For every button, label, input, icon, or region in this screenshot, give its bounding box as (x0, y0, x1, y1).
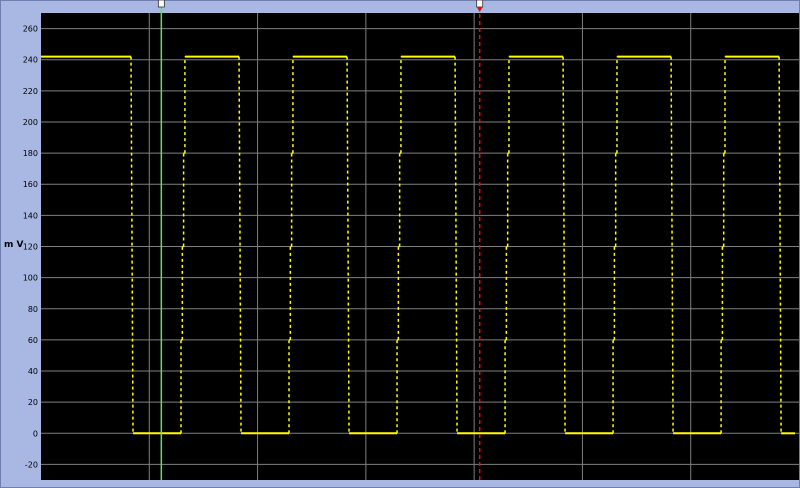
y-tick-label: 180 (23, 149, 38, 158)
cursor-1-handle (157, 0, 165, 8)
y-tick-label: 20 (28, 398, 38, 407)
y-tick-label: 80 (28, 305, 38, 314)
y-tick-label: 240 (23, 56, 38, 65)
cursor-2-arrow (476, 7, 483, 12)
y-axis-label: m V (4, 240, 24, 250)
y-tick-label: 40 (28, 367, 38, 376)
y-tick-label: 200 (23, 118, 38, 127)
y-tick-label: 160 (23, 180, 38, 189)
oscilloscope-chart: -20 0 20 40 60 80 100 120 140 160 180 200 220 240 260 (23, 0, 799, 480)
y-tick-label: 140 (23, 211, 38, 220)
y-tick-label: 60 (28, 336, 38, 345)
cursor-2-handle (476, 0, 484, 8)
y-tick-label: -20 (25, 460, 38, 469)
y-tick-label: 260 (23, 25, 38, 34)
y-tick-label: 100 (23, 274, 38, 283)
y-tick-label: 220 (23, 87, 38, 96)
y-tick-label: 0 (33, 429, 38, 438)
y-tick-label: 120 (23, 243, 38, 252)
